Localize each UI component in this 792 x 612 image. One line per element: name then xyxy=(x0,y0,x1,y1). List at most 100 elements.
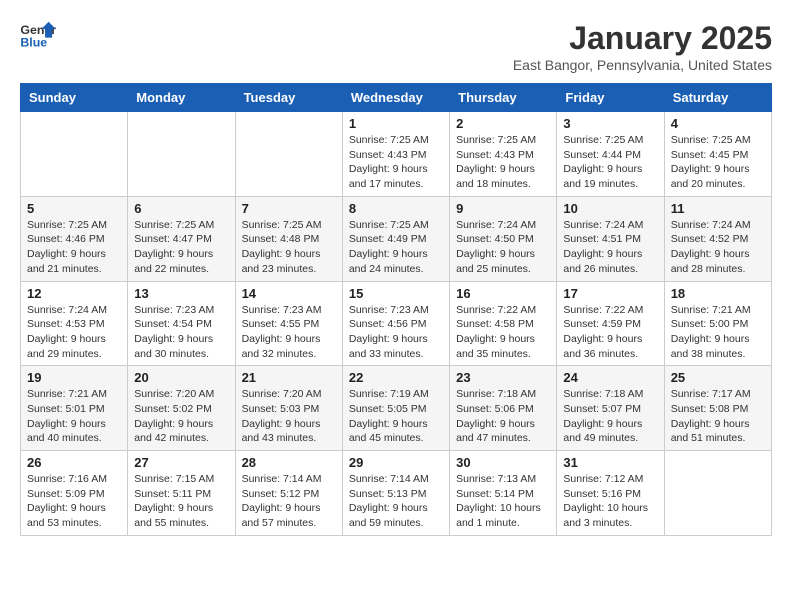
calendar-cell: 15 Sunrise: 7:23 AM Sunset: 4:56 PM Dayli… xyxy=(342,281,449,366)
day-number: 20 xyxy=(134,370,228,385)
day-number: 4 xyxy=(671,116,765,131)
day-info: Sunrise: 7:25 AM Sunset: 4:44 PM Dayligh… xyxy=(563,133,657,192)
calendar-cell: 31 Sunrise: 7:12 AM Sunset: 5:16 PM Dayli… xyxy=(557,451,664,536)
day-number: 17 xyxy=(563,286,657,301)
day-info: Sunrise: 7:22 AM Sunset: 4:58 PM Dayligh… xyxy=(456,303,550,362)
day-info: Sunrise: 7:25 AM Sunset: 4:43 PM Dayligh… xyxy=(456,133,550,192)
day-info: Sunrise: 7:23 AM Sunset: 4:56 PM Dayligh… xyxy=(349,303,443,362)
day-number: 12 xyxy=(27,286,121,301)
calendar-cell xyxy=(235,112,342,197)
day-number: 29 xyxy=(349,455,443,470)
day-number: 10 xyxy=(563,201,657,216)
calendar-cell xyxy=(128,112,235,197)
svg-text:Blue: Blue xyxy=(20,35,47,49)
header: General Blue January 2025 East Bangor, P… xyxy=(20,20,772,73)
day-info: Sunrise: 7:25 AM Sunset: 4:46 PM Dayligh… xyxy=(27,218,121,277)
weekday-header-cell: Friday xyxy=(557,84,664,112)
logo-icon: General Blue xyxy=(20,20,56,50)
calendar-body: 1 Sunrise: 7:25 AM Sunset: 4:43 PM Daylig… xyxy=(21,112,772,536)
calendar-cell: 21 Sunrise: 7:20 AM Sunset: 5:03 PM Dayli… xyxy=(235,366,342,451)
calendar-cell: 3 Sunrise: 7:25 AM Sunset: 4:44 PM Daylig… xyxy=(557,112,664,197)
calendar-cell: 29 Sunrise: 7:14 AM Sunset: 5:13 PM Dayli… xyxy=(342,451,449,536)
day-number: 18 xyxy=(671,286,765,301)
calendar-cell xyxy=(664,451,771,536)
calendar-cell: 11 Sunrise: 7:24 AM Sunset: 4:52 PM Dayli… xyxy=(664,196,771,281)
day-info: Sunrise: 7:20 AM Sunset: 5:02 PM Dayligh… xyxy=(134,387,228,446)
calendar-cell: 5 Sunrise: 7:25 AM Sunset: 4:46 PM Daylig… xyxy=(21,196,128,281)
day-info: Sunrise: 7:21 AM Sunset: 5:00 PM Dayligh… xyxy=(671,303,765,362)
day-info: Sunrise: 7:24 AM Sunset: 4:50 PM Dayligh… xyxy=(456,218,550,277)
day-number: 19 xyxy=(27,370,121,385)
weekday-header-row: SundayMondayTuesdayWednesdayThursdayFrid… xyxy=(21,84,772,112)
day-number: 8 xyxy=(349,201,443,216)
day-number: 24 xyxy=(563,370,657,385)
calendar-cell: 23 Sunrise: 7:18 AM Sunset: 5:06 PM Dayli… xyxy=(450,366,557,451)
day-info: Sunrise: 7:17 AM Sunset: 5:08 PM Dayligh… xyxy=(671,387,765,446)
calendar-cell: 9 Sunrise: 7:24 AM Sunset: 4:50 PM Daylig… xyxy=(450,196,557,281)
day-info: Sunrise: 7:25 AM Sunset: 4:48 PM Dayligh… xyxy=(242,218,336,277)
day-info: Sunrise: 7:18 AM Sunset: 5:07 PM Dayligh… xyxy=(563,387,657,446)
day-info: Sunrise: 7:20 AM Sunset: 5:03 PM Dayligh… xyxy=(242,387,336,446)
calendar-cell: 28Sunrise: 7:14 AM Sunset: 5:12 PM Dayli… xyxy=(235,451,342,536)
day-info: Sunrise: 7:12 AM Sunset: 5:16 PM Dayligh… xyxy=(563,472,657,531)
calendar-cell: 24 Sunrise: 7:18 AM Sunset: 5:07 PM Dayli… xyxy=(557,366,664,451)
day-info: Sunrise: 7:24 AM Sunset: 4:53 PM Dayligh… xyxy=(27,303,121,362)
day-number: 15 xyxy=(349,286,443,301)
day-info: Sunrise: 7:18 AM Sunset: 5:06 PM Dayligh… xyxy=(456,387,550,446)
day-number: 5 xyxy=(27,201,121,216)
calendar-cell: 22 Sunrise: 7:19 AM Sunset: 5:05 PM Dayli… xyxy=(342,366,449,451)
calendar-cell: 6 Sunrise: 7:25 AM Sunset: 4:47 PM Daylig… xyxy=(128,196,235,281)
day-number: 11 xyxy=(671,201,765,216)
day-number: 14 xyxy=(242,286,336,301)
day-number: 6 xyxy=(134,201,228,216)
day-number: 23 xyxy=(456,370,550,385)
calendar-cell: 19Sunrise: 7:21 AM Sunset: 5:01 PM Dayli… xyxy=(21,366,128,451)
day-info: Sunrise: 7:19 AM Sunset: 5:05 PM Dayligh… xyxy=(349,387,443,446)
location-subtitle: East Bangor, Pennsylvania, United States xyxy=(513,57,772,73)
calendar-week-row: 12 Sunrise: 7:24 AM Sunset: 4:53 PM Dayli… xyxy=(21,281,772,366)
day-info: Sunrise: 7:14 AM Sunset: 5:13 PM Dayligh… xyxy=(349,472,443,531)
calendar-week-row: 26Sunrise: 7:16 AM Sunset: 5:09 PM Dayli… xyxy=(21,451,772,536)
calendar-cell: 30Sunrise: 7:13 AM Sunset: 5:14 PM Dayli… xyxy=(450,451,557,536)
day-number: 3 xyxy=(563,116,657,131)
day-number: 22 xyxy=(349,370,443,385)
weekday-header-cell: Saturday xyxy=(664,84,771,112)
day-info: Sunrise: 7:23 AM Sunset: 4:54 PM Dayligh… xyxy=(134,303,228,362)
day-info: Sunrise: 7:25 AM Sunset: 4:47 PM Dayligh… xyxy=(134,218,228,277)
calendar-cell xyxy=(21,112,128,197)
day-number: 30 xyxy=(456,455,550,470)
day-number: 16 xyxy=(456,286,550,301)
day-info: Sunrise: 7:14 AM Sunset: 5:12 PM Dayligh… xyxy=(242,472,336,531)
day-number: 7 xyxy=(242,201,336,216)
day-number: 26 xyxy=(27,455,121,470)
day-number: 2 xyxy=(456,116,550,131)
day-info: Sunrise: 7:25 AM Sunset: 4:49 PM Dayligh… xyxy=(349,218,443,277)
weekday-header-cell: Wednesday xyxy=(342,84,449,112)
calendar-cell: 20 Sunrise: 7:20 AM Sunset: 5:02 PM Dayli… xyxy=(128,366,235,451)
day-info: Sunrise: 7:15 AM Sunset: 5:11 PM Dayligh… xyxy=(134,472,228,531)
day-number: 9 xyxy=(456,201,550,216)
day-number: 25 xyxy=(671,370,765,385)
calendar-week-row: 5 Sunrise: 7:25 AM Sunset: 4:46 PM Daylig… xyxy=(21,196,772,281)
calendar-week-row: 19Sunrise: 7:21 AM Sunset: 5:01 PM Dayli… xyxy=(21,366,772,451)
day-number: 31 xyxy=(563,455,657,470)
calendar-cell: 8 Sunrise: 7:25 AM Sunset: 4:49 PM Daylig… xyxy=(342,196,449,281)
day-number: 21 xyxy=(242,370,336,385)
calendar-cell: 13 Sunrise: 7:23 AM Sunset: 4:54 PM Dayli… xyxy=(128,281,235,366)
calendar-week-row: 1 Sunrise: 7:25 AM Sunset: 4:43 PM Daylig… xyxy=(21,112,772,197)
day-info: Sunrise: 7:25 AM Sunset: 4:43 PM Dayligh… xyxy=(349,133,443,192)
day-number: 1 xyxy=(349,116,443,131)
day-info: Sunrise: 7:24 AM Sunset: 4:52 PM Dayligh… xyxy=(671,218,765,277)
calendar-cell: 1 Sunrise: 7:25 AM Sunset: 4:43 PM Daylig… xyxy=(342,112,449,197)
day-number: 13 xyxy=(134,286,228,301)
day-info: Sunrise: 7:22 AM Sunset: 4:59 PM Dayligh… xyxy=(563,303,657,362)
calendar-cell: 26Sunrise: 7:16 AM Sunset: 5:09 PM Dayli… xyxy=(21,451,128,536)
calendar-cell: 25 Sunrise: 7:17 AM Sunset: 5:08 PM Dayli… xyxy=(664,366,771,451)
day-info: Sunrise: 7:24 AM Sunset: 4:51 PM Dayligh… xyxy=(563,218,657,277)
calendar-cell: 27Sunrise: 7:15 AM Sunset: 5:11 PM Dayli… xyxy=(128,451,235,536)
calendar-cell: 10 Sunrise: 7:24 AM Sunset: 4:51 PM Dayli… xyxy=(557,196,664,281)
calendar-cell: 17 Sunrise: 7:22 AM Sunset: 4:59 PM Dayli… xyxy=(557,281,664,366)
calendar-cell: 7 Sunrise: 7:25 AM Sunset: 4:48 PM Daylig… xyxy=(235,196,342,281)
calendar-cell: 14Sunrise: 7:23 AM Sunset: 4:55 PM Dayli… xyxy=(235,281,342,366)
calendar-cell: 2 Sunrise: 7:25 AM Sunset: 4:43 PM Daylig… xyxy=(450,112,557,197)
